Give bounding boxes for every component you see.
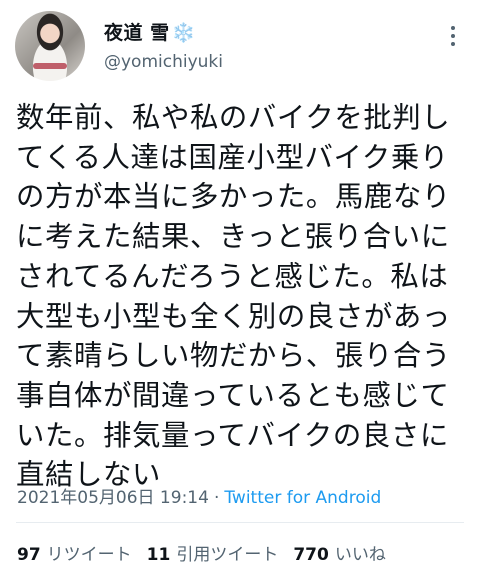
- tweet-meta: 2021年05月06日 19:14 · Twitter for Android: [17, 483, 381, 508]
- likes-count: 770: [293, 545, 329, 565]
- retweets-stat[interactable]: 97 リツイート: [17, 540, 132, 565]
- display-name-text[interactable]: 夜道 雪: [104, 22, 170, 44]
- quotes-label: 引用ツイート: [176, 545, 279, 565]
- display-name[interactable]: 夜道 雪 ❄️: [104, 18, 196, 45]
- likes-stat[interactable]: 770 いいね: [293, 540, 386, 565]
- quotes-count: 11: [146, 545, 171, 565]
- avatar[interactable]: [15, 11, 85, 81]
- tweet-text: 数年前、私や私のバイクを批判し てくる人達は国産小型バイク乗り の方が本当に多か…: [16, 101, 451, 492]
- more-dot: [451, 34, 455, 38]
- likes-label: いいね: [334, 545, 386, 565]
- user-handle[interactable]: @yomichiyuki: [104, 52, 223, 72]
- more-options-icon[interactable]: [446, 22, 460, 50]
- tweet-source-link[interactable]: Twitter for Android: [224, 488, 381, 508]
- retweets-count: 97: [17, 545, 41, 565]
- more-dot: [451, 26, 455, 30]
- meta-separator: ·: [213, 488, 220, 508]
- tweet-stats: 97 リツイート 11 引用ツイート 770 いいね: [17, 540, 386, 565]
- tweet-timestamp[interactable]: 2021年05月06日 19:14: [17, 488, 209, 508]
- more-dot: [451, 42, 455, 46]
- retweets-label: リツイート: [46, 545, 132, 565]
- divider: [16, 522, 464, 523]
- quotes-stat[interactable]: 11 引用ツイート: [147, 540, 279, 565]
- snowflake-emoji: ❄️: [171, 22, 196, 44]
